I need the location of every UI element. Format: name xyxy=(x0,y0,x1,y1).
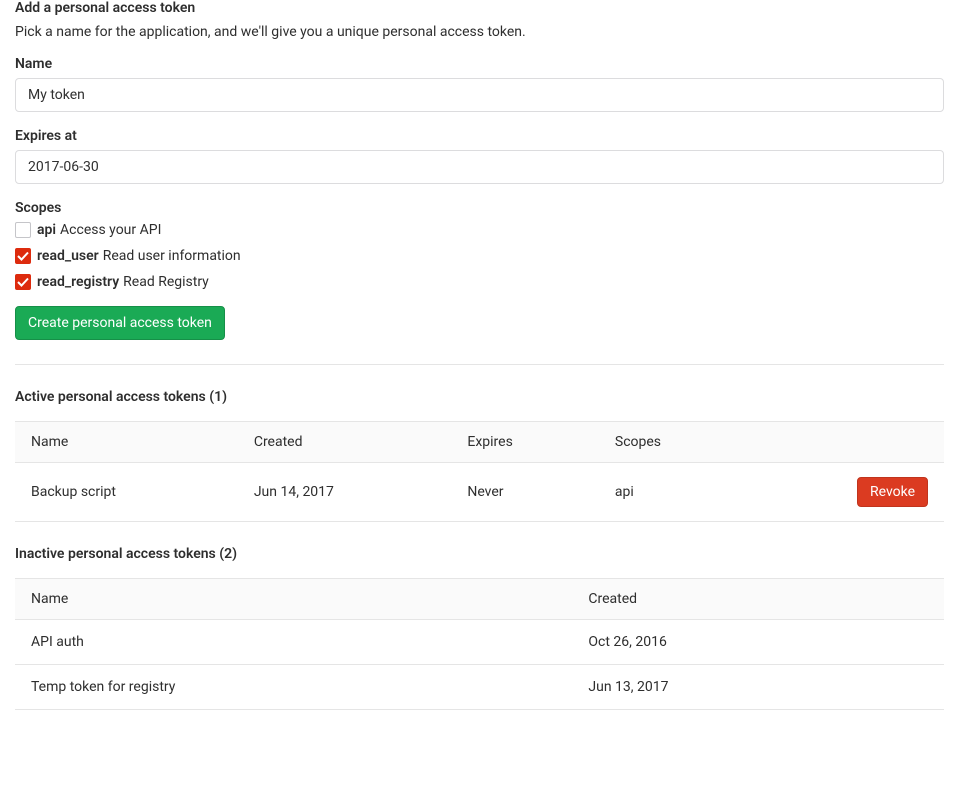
col-created: Created xyxy=(238,422,452,463)
cell-expires: Never xyxy=(451,463,599,522)
expires-input[interactable] xyxy=(15,150,944,184)
scope-row-read-registry: read_registry Read Registry xyxy=(15,274,944,290)
scope-name: read_registry xyxy=(37,274,119,290)
page-heading: Add a personal access token xyxy=(15,0,944,16)
table-row: API auth Oct 26, 2016 xyxy=(15,620,944,665)
expires-label: Expires at xyxy=(15,128,944,144)
divider xyxy=(15,364,944,365)
create-token-button[interactable]: Create personal access token xyxy=(15,306,225,340)
scope-desc: Access your API xyxy=(60,222,161,238)
active-tokens-title: Active personal access tokens (1) xyxy=(15,389,944,405)
col-scopes: Scopes xyxy=(599,422,748,463)
inactive-tokens-table: Name Created API auth Oct 26, 2016 Temp … xyxy=(15,578,944,710)
scope-desc: Read Registry xyxy=(123,274,209,290)
cell-name: Backup script xyxy=(15,463,238,522)
scope-name: api xyxy=(37,222,56,238)
scope-checkbox-read-user[interactable] xyxy=(15,248,31,264)
scope-name: read_user xyxy=(37,248,99,264)
col-action xyxy=(748,422,944,463)
col-name: Name xyxy=(15,422,238,463)
cell-created: Jun 13, 2017 xyxy=(572,665,944,710)
check-icon xyxy=(17,276,29,288)
table-row: Backup script Jun 14, 2017 Never api Rev… xyxy=(15,463,944,522)
col-created: Created xyxy=(572,579,944,620)
name-label: Name xyxy=(15,56,944,72)
scope-checkbox-read-registry[interactable] xyxy=(15,274,31,290)
cell-name: Temp token for registry xyxy=(15,665,572,710)
scopes-label: Scopes xyxy=(15,200,944,216)
cell-scopes: api xyxy=(599,463,748,522)
revoke-button[interactable]: Revoke xyxy=(857,477,928,507)
active-tokens-table: Name Created Expires Scopes Backup scrip… xyxy=(15,421,944,522)
scope-row-read-user: read_user Read user information xyxy=(15,248,944,264)
cell-created: Jun 14, 2017 xyxy=(238,463,452,522)
scope-checkbox-api[interactable] xyxy=(15,222,31,238)
cell-action: Revoke xyxy=(748,463,944,522)
col-expires: Expires xyxy=(451,422,599,463)
cell-name: API auth xyxy=(15,620,572,665)
col-name: Name xyxy=(15,579,572,620)
scope-row-api: api Access your API xyxy=(15,222,944,238)
scope-desc: Read user information xyxy=(103,248,241,264)
table-row: Temp token for registry Jun 13, 2017 xyxy=(15,665,944,710)
page-description: Pick a name for the application, and we'… xyxy=(15,24,944,40)
check-icon xyxy=(17,250,29,262)
inactive-tokens-title: Inactive personal access tokens (2) xyxy=(15,546,944,562)
name-input[interactable] xyxy=(15,78,944,112)
cell-created: Oct 26, 2016 xyxy=(572,620,944,665)
